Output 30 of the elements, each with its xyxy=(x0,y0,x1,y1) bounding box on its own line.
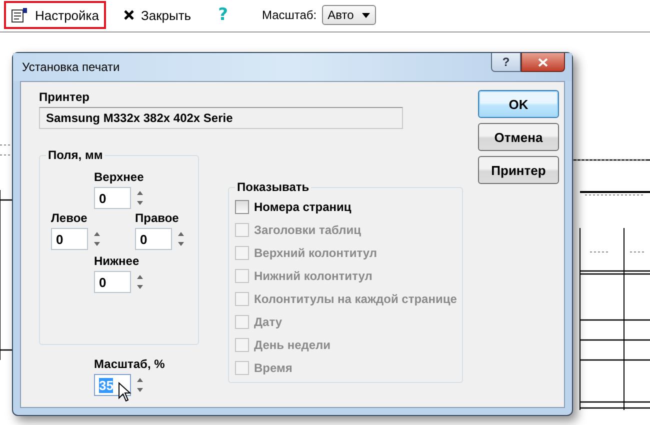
toolbar-button[interactable]: Закрыть xyxy=(116,2,198,28)
caret-icon xyxy=(362,12,370,18)
group-title: Поля, мм xyxy=(46,148,105,162)
field-label: Левое xyxy=(51,211,88,225)
toolbar-button[interactable]: Настройка xyxy=(4,1,106,29)
number-field[interactable]: 0 xyxy=(94,271,131,293)
field-label: Верхнее xyxy=(94,170,145,184)
checkbox-option[interactable]: Номера страниц xyxy=(235,198,462,215)
mouse-pointer-icon xyxy=(118,382,132,402)
printer-label: Принтер xyxy=(39,90,90,104)
number-field[interactable]: 0 xyxy=(135,228,172,250)
dialog-button[interactable]: OK xyxy=(478,90,559,118)
help-button[interactable]: ? xyxy=(491,53,521,72)
close-icon xyxy=(123,9,135,21)
close-icon xyxy=(538,58,548,66)
group-title: Показывать xyxy=(235,180,312,194)
field-label: Нижнее xyxy=(94,254,140,268)
window-title: Установка печати xyxy=(22,60,120,74)
dialog-button[interactable]: Отмена xyxy=(478,123,559,151)
zoom-dropdown[interactable]: Авто xyxy=(322,5,376,25)
field-label: Правое xyxy=(135,211,180,225)
checkbox[interactable] xyxy=(235,200,249,214)
scale-label: Масштаб, % xyxy=(94,357,166,371)
settings-icon xyxy=(11,7,29,23)
number-field[interactable]: 0 xyxy=(51,228,88,250)
dialog-button[interactable]: Принтер xyxy=(478,156,559,184)
printer-field: Samsung M332x 382x 402x Serie xyxy=(39,107,403,129)
number-field[interactable]: 0 xyxy=(94,187,131,209)
close-button[interactable] xyxy=(521,53,565,72)
zoom-label: Масштаб: xyxy=(262,8,317,22)
